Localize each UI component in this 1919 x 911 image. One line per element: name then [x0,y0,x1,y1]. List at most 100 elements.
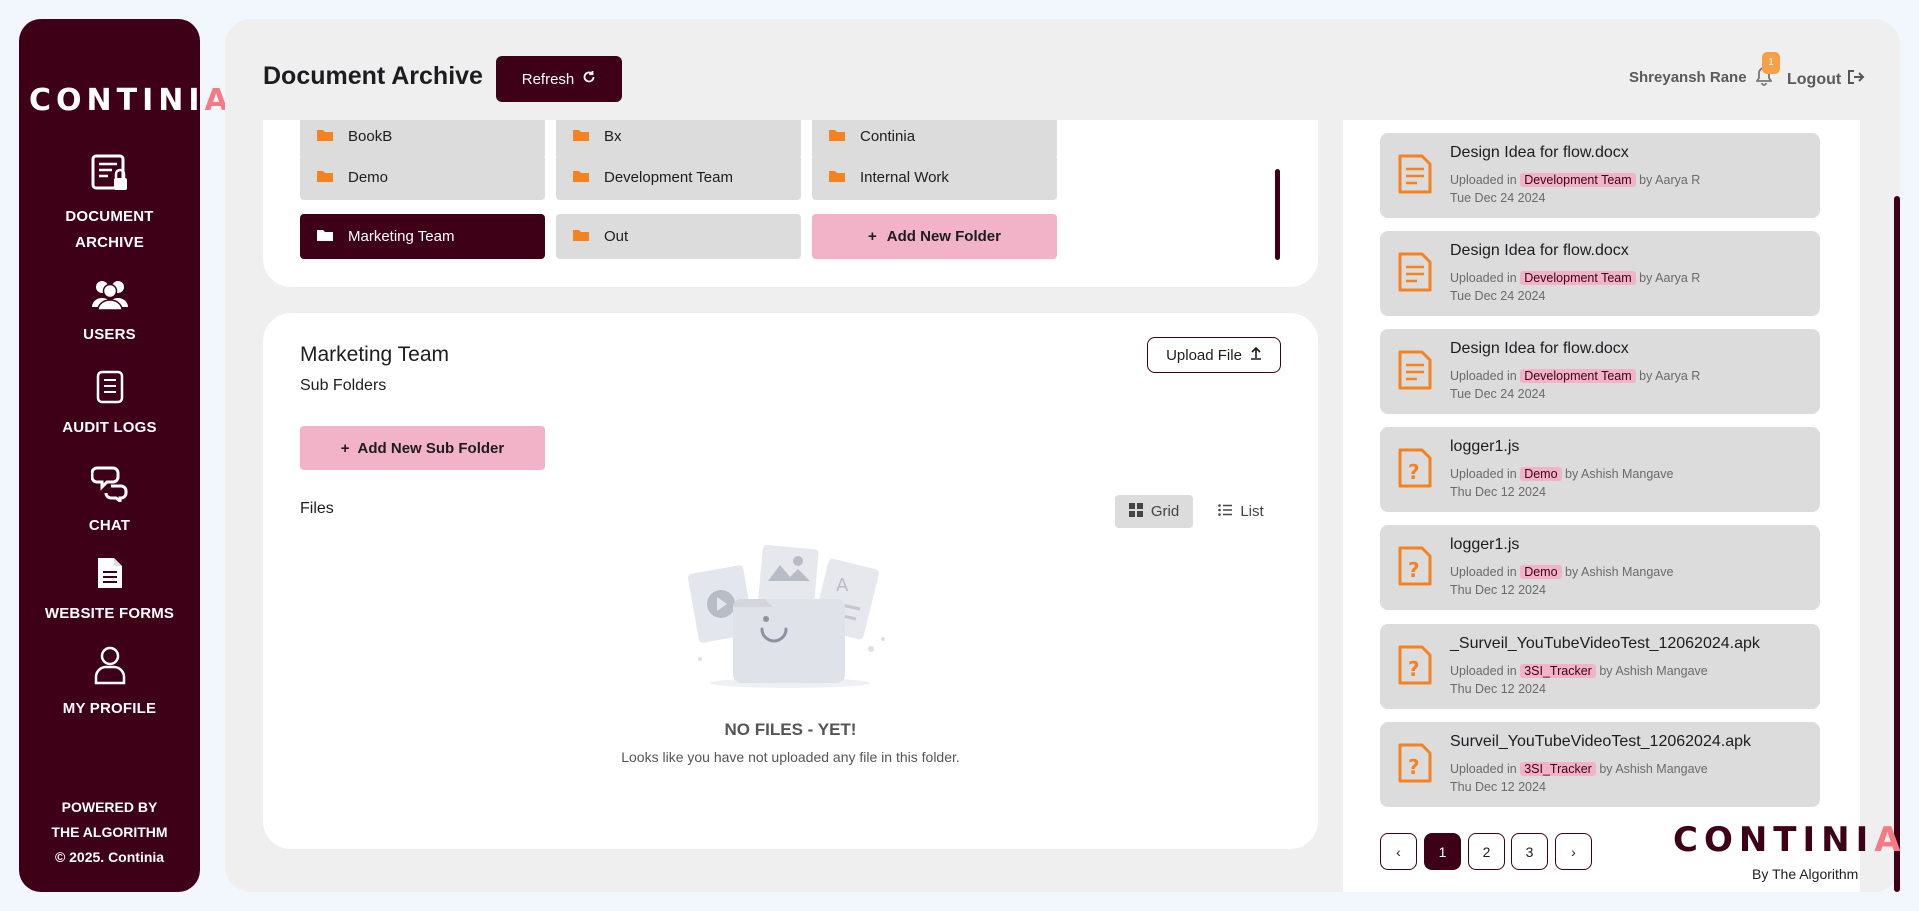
file-date: Thu Dec 12 2024 [1450,583,1546,597]
nav-label: MY PROFILE [62,700,157,717]
folder-icon [572,228,590,246]
folder-title: Marketing Team [300,343,450,366]
nav-label: WEBSITE FORMS [44,605,175,622]
document-archive-icon [19,153,200,198]
nav-item-chat[interactable]: CHAT [19,464,200,539]
folder-tag: Development Team [1520,271,1636,285]
app-logo: CONTINIA [29,83,233,118]
logout-button[interactable]: Logout [1787,69,1865,90]
file-name: Design Idea for flow.docx [1450,242,1629,259]
folder-item[interactable]: Out [556,214,801,259]
nav-label: CHAT [88,517,131,534]
recent-file-item[interactable]: ? logger1.js Uploaded in Demo by Ashish … [1380,427,1820,512]
add-folder-button[interactable]: + Add New Folder [812,214,1057,259]
file-date: Tue Dec 24 2024 [1450,387,1546,401]
plus-icon: + [340,439,350,457]
folder-item[interactable]: Continia [812,120,1057,159]
user-name: Shreyansh Rane [1629,69,1747,86]
folder-icon [572,128,590,146]
grid-icon [1128,502,1143,521]
folder-item[interactable]: Internal Work [812,155,1057,200]
nav-item-website-forms[interactable]: WEBSITE FORMS [19,556,200,627]
file-meta: Uploaded in 3SI_Tracker by Ashish Mangav… [1450,762,1708,776]
recent-files-scrollbar[interactable] [1894,196,1900,892]
refresh-button[interactable]: Refresh [496,56,622,102]
form-icon [19,556,200,595]
file-meta: Uploaded in Development Team by Aarya R [1450,271,1701,285]
folder-tag: Demo [1520,565,1562,579]
recent-file-item[interactable]: Design Idea for flow.docx Uploaded in De… [1380,133,1820,218]
nav-item-document-archive[interactable]: DOCUMENT ARCHIVE [19,153,200,256]
file-meta: Uploaded in Demo by Ashish Mangave [1450,467,1674,481]
recent-file-item[interactable]: Design Idea for flow.docx Uploaded in De… [1380,329,1820,414]
svg-text:?: ? [1408,460,1420,484]
file-name: _Surveil_YouTubeVideoTest_12062024.apk [1450,635,1760,652]
empty-text: Looks like you have not uploaded any fil… [621,749,960,765]
unknown-file-icon: ? [1397,545,1433,592]
folder-item[interactable]: Development Team [556,155,801,200]
powered-by: POWERED BY THE ALGORITHM © 2025. Contini… [51,799,168,865]
folder-item-active[interactable]: Marketing Team [300,214,545,259]
nav-label: DOCUMENT [65,208,154,225]
file-date: Thu Dec 12 2024 [1450,780,1546,794]
nav-label: ARCHIVE [75,234,144,251]
upload-file-button[interactable]: Upload File [1147,337,1281,373]
svg-text:?: ? [1408,558,1420,582]
pagination-prev[interactable]: ‹ [1380,833,1417,870]
folder-icon [572,169,590,187]
folder-icon [828,128,846,146]
folder-tag: Development Team [1520,369,1636,383]
nav-item-my-profile[interactable]: MY PROFILE [19,645,200,722]
nav-item-users[interactable]: USERS [19,277,200,348]
recent-file-item[interactable]: ? Surveil_YouTubeVideoTest_12062024.apk … [1380,722,1820,807]
folder-item[interactable]: Demo [300,155,545,200]
file-name: Surveil_YouTubeVideoTest_12062024.apk [1450,733,1751,750]
folder-icon [828,169,846,187]
file-name: Design Idea for flow.docx [1450,340,1629,357]
list-view-toggle[interactable]: List [1205,495,1277,528]
upload-icon [1250,346,1262,364]
file-date: Thu Dec 12 2024 [1450,682,1546,696]
document-icon [1397,153,1433,200]
subfolders-label: Sub Folders [300,377,387,394]
grid-view-toggle[interactable]: Grid [1115,495,1193,528]
recent-file-item[interactable]: ? _Surveil_YouTubeVideoTest_12062024.apk… [1380,624,1820,709]
file-date: Thu Dec 12 2024 [1450,485,1546,499]
document-icon [1397,251,1433,298]
nav-label: USERS [83,326,136,343]
file-date: Tue Dec 24 2024 [1450,289,1546,303]
folder-item[interactable]: Bx [556,120,801,159]
folder-item[interactable]: BookB [300,120,545,159]
page-title: Document Archive [263,62,483,90]
recent-file-item[interactable]: Design Idea for flow.docx Uploaded in De… [1380,231,1820,316]
recent-files-panel: Design Idea for flow.docx Uploaded in De… [1343,120,1860,892]
file-name: logger1.js [1450,438,1520,455]
audit-log-icon [19,370,200,409]
plus-icon: + [868,228,877,245]
folder-icon [316,228,334,246]
folders-panel: BookB Bx Continia Demo Development Team … [263,120,1318,287]
unknown-file-icon: ? [1397,742,1433,789]
unknown-file-icon: ? [1397,644,1433,691]
pagination-page-3[interactable]: 3 [1511,833,1548,870]
refresh-icon [582,70,596,88]
file-name: Design Idea for flow.docx [1450,144,1629,161]
sidebar: CONTINIA DOCUMENT ARCHIVE USERS AUDIT LO… [19,19,233,892]
brand-logo: CONTINIA [1673,820,1907,860]
pagination-page-2[interactable]: 2 [1468,833,1505,870]
folder-tag: 3SI_Tracker [1520,664,1596,678]
file-meta: Uploaded in Development Team by Aarya R [1450,369,1701,383]
file-meta: Uploaded in Development Team by Aarya R [1450,173,1701,187]
brand-tagline: By The Algorithm [1752,866,1859,882]
svg-text:?: ? [1408,657,1420,681]
nav-item-audit-logs[interactable]: AUDIT LOGS [19,370,200,441]
recent-file-item[interactable]: ? logger1.js Uploaded in Demo by Ashish … [1380,525,1820,610]
nav-label: AUDIT LOGS [62,419,157,436]
add-subfolder-button[interactable]: + Add New Sub Folder [300,426,545,470]
folders-scrollbar[interactable] [1275,169,1280,260]
file-date: Tue Dec 24 2024 [1450,191,1546,205]
pagination-next[interactable]: › [1555,833,1592,870]
unknown-file-icon: ? [1397,447,1433,494]
pagination-page-1[interactable]: 1 [1424,833,1461,870]
folder-icon [316,128,334,146]
